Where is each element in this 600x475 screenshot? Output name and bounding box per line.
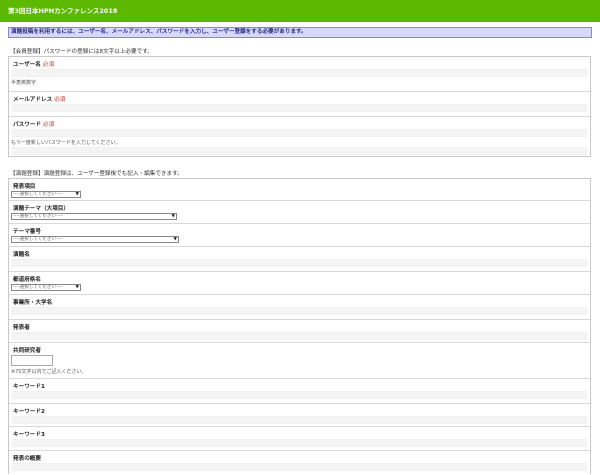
keyword2-row: キーワード2: [9, 404, 590, 427]
keyword2-input[interactable]: [12, 416, 587, 424]
select-placeholder: ----選択してください----: [13, 214, 63, 219]
coauthors-row: 共同研究者 ※70文字以内でご記入ください。: [9, 343, 590, 379]
select-placeholder: ----選択してください----: [13, 237, 63, 242]
prefecture-label: 都道府県名: [13, 277, 41, 283]
title-label: 演題名: [13, 252, 30, 258]
dropdown-arrow-icon: ▼: [173, 237, 177, 242]
keyword3-row: キーワード3: [9, 427, 590, 451]
select-placeholder: ----選択してください----: [13, 192, 63, 197]
password-row: パスワード 必須 もう一度新しいパスワードを入力してください。: [9, 117, 590, 156]
coauthors-hint: ※70文字以内でご記入ください。: [11, 369, 87, 375]
username-row: ユーザー名 必須 半角英数字: [9, 57, 590, 92]
presenter-label: 発表者: [13, 325, 30, 331]
username-hint: 半角英数字: [11, 80, 37, 86]
required-badge: 必須: [42, 122, 55, 128]
affiliation-input[interactable]: [12, 307, 587, 315]
site-header: 第3回日本HPHカンファレンス2018: [0, 0, 600, 22]
summary-label: 発表の概要: [13, 456, 41, 462]
keyword3-label: キーワード3: [13, 432, 45, 438]
required-badge: 必須: [42, 62, 55, 68]
password-input[interactable]: [12, 129, 587, 137]
presentation-type-row: 発表項目 ----選択してください---- ▼: [9, 179, 590, 201]
password-label: パスワード: [13, 122, 41, 128]
member-section-title: 【会員登録】パスワードの登録には8文字以上必要です。: [10, 49, 153, 55]
theme-number-label: テーマ番号: [13, 229, 41, 235]
title-input[interactable]: [12, 259, 587, 267]
keyword1-label: キーワード1: [13, 384, 45, 390]
member-registration-form: ユーザー名 必須 半角英数字 メールアドレス 必須 パスワード 必須 もう一度新しいパ…: [8, 56, 591, 157]
theme-number-select[interactable]: ----選択してください---- ▼: [11, 236, 179, 243]
coauthors-textarea[interactable]: [11, 355, 53, 366]
theme-major-label: 演題テーマ（大項目）: [13, 206, 69, 212]
keyword1-row: キーワード1: [9, 379, 590, 404]
username-label: ユーザー名: [13, 62, 41, 68]
email-row: メールアドレス 必須: [9, 92, 590, 117]
prefecture-select[interactable]: ----選択してください---- ▼: [11, 284, 81, 291]
affiliation-row: 事業所・大学名: [9, 295, 590, 320]
keyword1-input[interactable]: [12, 391, 587, 399]
presenter-input[interactable]: [12, 332, 587, 340]
coauthors-label: 共同研究者: [13, 348, 41, 354]
theme-number-row: テーマ番号 ----選択してください---- ▼: [9, 224, 590, 247]
dropdown-arrow-icon: ▼: [75, 192, 79, 197]
summary-input[interactable]: [12, 463, 587, 471]
title-row: 演題名: [9, 247, 590, 272]
theme-major-select[interactable]: ----選択してください---- ▼: [11, 213, 177, 220]
theme-major-row: 演題テーマ（大項目） ----選択してください---- ▼: [9, 201, 590, 224]
prefecture-row: 都道府県名 ----選択してください---- ▼: [9, 272, 590, 295]
password-confirm-input[interactable]: [12, 147, 587, 155]
password-hint: もう一度新しいパスワードを入力してください。: [11, 140, 121, 146]
email-input[interactable]: [12, 104, 587, 112]
dropdown-arrow-icon: ▼: [75, 285, 79, 290]
presentation-type-select[interactable]: ----選択してください---- ▼: [11, 191, 81, 198]
abstract-registration-form: 発表項目 ----選択してください---- ▼ 演題テーマ（大項目） ----選択…: [8, 178, 591, 474]
affiliation-label: 事業所・大学名: [13, 300, 53, 306]
abstract-section-title: 【演題登録】演題登録は、ユーザー登録後でも記入・編集できます。: [10, 171, 183, 177]
registration-notice: 演題投稿を利用するには、ユーザー名、メールアドレス、パスワードを入力し、ユーザー…: [8, 27, 592, 38]
summary-row: 発表の概要: [9, 451, 590, 475]
keyword3-input[interactable]: [12, 439, 587, 447]
required-badge: 必須: [54, 97, 66, 103]
site-title: 第3回日本HPHカンファレンス2018: [8, 7, 118, 15]
keyword2-label: キーワード2: [13, 409, 45, 415]
dropdown-arrow-icon: ▼: [171, 214, 175, 219]
presentation-type-label: 発表項目: [13, 184, 36, 190]
select-placeholder: ----選択してください----: [13, 285, 63, 290]
username-input[interactable]: [12, 69, 587, 77]
email-label: メールアドレス: [13, 97, 53, 103]
presenter-row: 発表者: [9, 320, 590, 343]
